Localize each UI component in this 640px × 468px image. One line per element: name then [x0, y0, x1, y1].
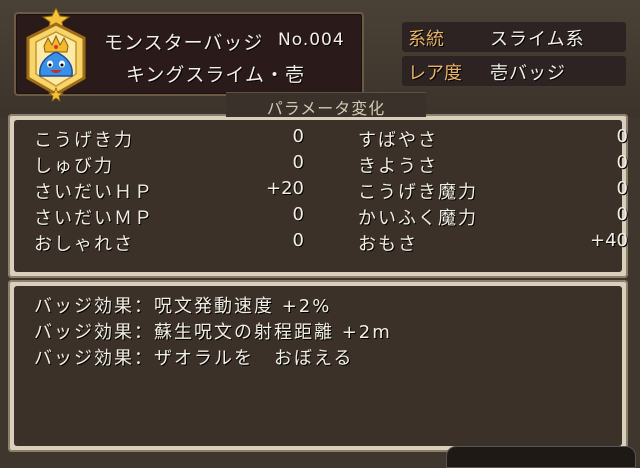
effects-panel-inner: バッジ効果：呪文発動速度 +2% バッジ効果：蘇生呪文の射程距離 +2m バッジ…: [14, 286, 622, 446]
stat-label: すばやさ: [358, 130, 438, 151]
stat-value: 0: [292, 204, 304, 225]
stat-value: 0: [616, 152, 628, 173]
stat-max-mp: さいだいＭＰ 0: [34, 202, 304, 229]
stat-label: さいだいＨＰ: [34, 182, 154, 203]
stat-value: 0: [616, 204, 628, 225]
family-label: 系統: [408, 29, 444, 50]
stat-label: こうげき力: [34, 130, 134, 151]
stat-value: 0: [616, 126, 628, 147]
stat-style: おしゃれさ 0: [34, 228, 304, 255]
parameter-section-tab: パラメータ変化: [226, 92, 426, 118]
stat-speed: すばやさ 0: [358, 124, 628, 151]
badge-name: モンスターバッジ: [104, 32, 264, 54]
stat-value: 0: [616, 178, 628, 199]
bottom-button-hint[interactable]: [446, 446, 636, 468]
stat-value: +20: [266, 178, 304, 199]
stat-label: こうげき魔力: [358, 182, 478, 203]
stat-label: おしゃれさ: [34, 234, 134, 255]
stat-heal-magic: かいふく魔力 0: [358, 202, 628, 229]
rarity-row: レア度 壱バッジ: [402, 56, 626, 86]
stat-label: きようさ: [358, 156, 438, 177]
stat-value: 0: [292, 126, 304, 147]
stat-value: 0: [292, 152, 304, 173]
rarity-label: レア度: [408, 63, 462, 84]
stat-label: かいふく魔力: [358, 208, 478, 229]
stat-defense: しゅび力 0: [34, 150, 304, 177]
parameter-section-title: パラメータ変化: [266, 99, 386, 118]
king-slime-badge-icon: [26, 6, 86, 102]
stat-label: しゅび力: [34, 156, 114, 177]
monster-name: キングスライム・壱: [126, 64, 306, 86]
parameter-panel: こうげき力 0 しゅび力 0 さいだいＨＰ +20 さいだいＭＰ 0 おしゃれさ…: [8, 114, 628, 278]
stat-weight: おもさ +40: [358, 228, 628, 255]
stat-value: 0: [292, 230, 304, 251]
rarity-value: 壱バッジ: [490, 63, 566, 84]
stat-max-hp: さいだいＨＰ +20: [34, 176, 304, 203]
stat-value: +40: [590, 230, 628, 251]
stat-attack-magic: こうげき魔力 0: [358, 176, 628, 203]
stat-label: さいだいＭＰ: [34, 208, 154, 229]
stat-attack: こうげき力 0: [34, 124, 304, 151]
family-value: スライム系: [490, 29, 585, 50]
badge-effect: バッジ効果：呪文発動速度 +2%: [34, 296, 332, 317]
badge-effect: バッジ効果：蘇生呪文の射程距離 +2m: [34, 322, 392, 343]
effects-panel: バッジ効果：呪文発動速度 +2% バッジ効果：蘇生呪文の射程距離 +2m バッジ…: [8, 280, 628, 452]
parameter-panel-inner: こうげき力 0 しゅび力 0 さいだいＨＰ +20 さいだいＭＰ 0 おしゃれさ…: [14, 120, 628, 272]
stat-dexterity: きようさ 0: [358, 150, 628, 177]
family-row: 系統 スライム系: [402, 22, 626, 52]
badge-number: No.004: [278, 30, 345, 50]
badge-effect: バッジ効果：ザオラルを おぼえる: [34, 348, 354, 369]
stat-label: おもさ: [358, 234, 418, 255]
